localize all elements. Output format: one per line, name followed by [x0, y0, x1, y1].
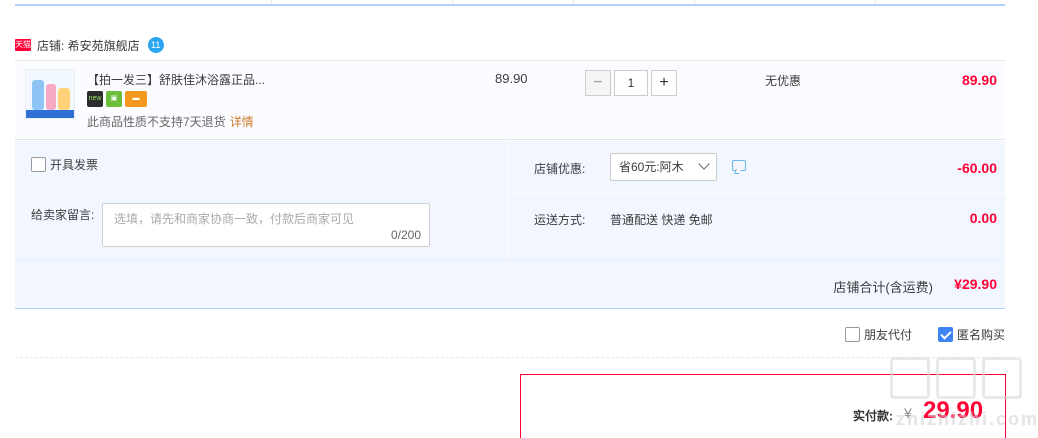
- item-discount: 无优惠: [765, 74, 802, 88]
- return-note-text: 此商品性质不支持7天退货: [87, 115, 226, 129]
- coupon-selected-value: 省60元:阿木: [619, 160, 684, 174]
- watermark-glyph: [982, 357, 1022, 399]
- detail-link[interactable]: 详情: [230, 115, 254, 129]
- invoice-label: 开具发票: [50, 158, 99, 172]
- store-subtotal-row: 店铺合计(含运费) ¥29.90: [15, 259, 1005, 309]
- shipping-method: 普通配送 快递 免邮: [610, 213, 713, 227]
- cart-item-row: 【拍一发三】舒肤佳沐浴露正品... new ▣ ▬ 此商品性质不支持7天退货 详情…: [15, 60, 1005, 140]
- column-tick: [694, 0, 695, 4]
- invoice-checkbox[interactable]: [31, 157, 46, 172]
- seller-message-textarea[interactable]: 选填，请先和商家协商一致，付款后商家可见 0/200: [102, 203, 430, 247]
- order-options-right: 店铺优惠: 省60元:阿木 -60.00 运送方式: 普通配送 快递 免邮 0.…: [510, 141, 1005, 259]
- wangwang-chat-icon[interactable]: 11: [147, 37, 164, 53]
- store-header: 天猫 店铺: 希安苑旗舰店 11: [15, 36, 164, 54]
- anonymous-purchase-label: 匿名购买: [956, 328, 1005, 342]
- anonymous-purchase-option[interactable]: 匿名购买: [937, 326, 1005, 343]
- item-total-price: 89.90: [961, 72, 997, 88]
- chevron-down-icon: [698, 158, 710, 170]
- store-coupon-label: 店铺优惠:: [534, 162, 586, 176]
- actual-payment-label: 实付款:: [853, 409, 893, 423]
- quantity-stepper: − 1 +: [585, 70, 677, 96]
- order-options-panel: 开具发票 给卖家留言: 选填，请先和商家协商一致，付款后商家可见 0/200 店…: [15, 141, 1005, 309]
- return-policy-note: 此商品性质不支持7天退货 详情: [87, 113, 254, 130]
- watermark-glyph: [936, 357, 976, 399]
- friend-pay-label: 朋友代付: [863, 328, 912, 342]
- invoice-option[interactable]: 开具发票: [31, 156, 98, 173]
- divider: [510, 193, 1005, 194]
- store-name[interactable]: 店铺: 希安苑旗舰店: [37, 37, 140, 54]
- watermark-text: zhizhizhi.com: [896, 409, 1038, 429]
- unit-price: 89.90: [495, 71, 528, 86]
- store-coupon-select[interactable]: 省60元:阿木: [610, 153, 717, 181]
- new-badge-icon: new: [87, 91, 103, 107]
- quantity-increase-button[interactable]: +: [651, 70, 677, 96]
- message-placeholder: 选填，请先和商家协商一致，付款后商家可见: [114, 212, 355, 226]
- store-subtotal-value: ¥29.90: [954, 276, 997, 292]
- quantity-input[interactable]: 1: [614, 70, 648, 96]
- order-options-left: 开具发票 给卖家留言: 选填，请先和商家协商一致，付款后商家可见 0/200: [15, 141, 509, 259]
- tmall-logo-icon: 天猫: [15, 39, 31, 51]
- product-title[interactable]: 【拍一发三】舒肤佳沐浴露正品...: [87, 71, 265, 88]
- product-badges: new ▣ ▬: [87, 91, 147, 107]
- gift-badge-icon: ▣: [106, 91, 122, 107]
- card-badge-icon: ▬: [125, 91, 147, 107]
- watermark-logo: zhizhizhi.com: [888, 357, 1037, 437]
- message-char-count: 0/200: [390, 228, 421, 242]
- shipping-label: 运送方式:: [534, 213, 586, 227]
- top-divider: [15, 0, 1005, 6]
- column-tick: [875, 0, 876, 4]
- coupon-amount: -60.00: [957, 160, 997, 176]
- coupon-info-icon[interactable]: [732, 160, 746, 171]
- column-tick: [452, 0, 453, 4]
- dashed-divider: [15, 357, 1005, 358]
- store-subtotal-label: 店铺合计(含运费): [833, 280, 933, 295]
- quantity-decrease-button[interactable]: −: [585, 70, 611, 96]
- column-tick: [271, 0, 272, 4]
- friend-pay-checkbox[interactable]: [844, 327, 860, 342]
- product-thumbnail[interactable]: [25, 69, 75, 119]
- payment-options: 朋友代付 匿名购买: [819, 326, 1005, 343]
- anonymous-purchase-checkbox[interactable]: [937, 327, 953, 342]
- shipping-amount: 0.00: [969, 210, 997, 226]
- watermark-glyph: [890, 357, 930, 399]
- friend-pay-option[interactable]: 朋友代付: [844, 326, 912, 343]
- column-tick: [573, 0, 574, 4]
- message-label: 给卖家留言:: [31, 208, 95, 222]
